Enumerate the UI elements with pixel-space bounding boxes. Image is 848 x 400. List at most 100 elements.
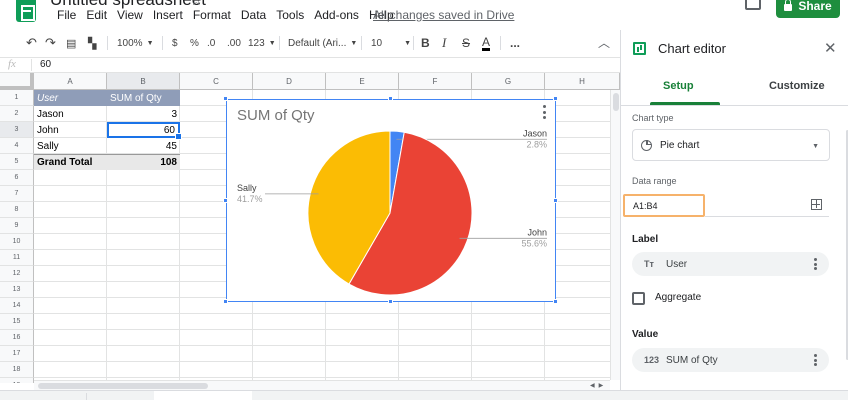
font-size-select[interactable]: 10 ▼	[371, 30, 411, 56]
percent-button[interactable]: %	[190, 30, 199, 56]
column-header-b[interactable]: B	[107, 73, 180, 90]
row-header-14[interactable]: 14	[0, 298, 34, 314]
row-header-8[interactable]: 8	[0, 202, 34, 218]
row-header-15[interactable]: 15	[0, 314, 34, 330]
text-color-button[interactable]: A	[482, 30, 491, 56]
bold-button[interactable]: B	[421, 30, 430, 56]
row-header-7[interactable]: 7	[0, 186, 34, 202]
column-header-g[interactable]: G	[472, 73, 545, 90]
row-header-4[interactable]: 4	[0, 138, 34, 154]
row-header-13[interactable]: 13	[0, 282, 34, 298]
tab-setup[interactable]: Setup	[663, 80, 694, 92]
tab-customize[interactable]: Customize	[769, 80, 825, 92]
share-button[interactable]: Share	[776, 0, 840, 18]
strikethrough-button[interactable]: S	[462, 30, 470, 56]
scroll-right-icon[interactable]: ▶	[599, 382, 604, 389]
paint-format-icon[interactable]: ▚	[88, 30, 96, 56]
row-header-11[interactable]: 11	[0, 250, 34, 266]
cell-b3-active[interactable]: 60	[107, 122, 182, 140]
row-header-17[interactable]: 17	[0, 346, 34, 362]
row-header-16[interactable]: 16	[0, 330, 34, 346]
cell-b5-grand-total[interactable]: 108	[107, 154, 180, 170]
resize-handle[interactable]	[553, 299, 558, 304]
cell-b4[interactable]: 45	[107, 138, 180, 154]
menu-edit[interactable]: Edit	[81, 8, 112, 22]
zoom-select[interactable]: 100% ▼	[117, 30, 154, 56]
column-header-f[interactable]: F	[399, 73, 472, 90]
select-range-grid-icon[interactable]	[811, 199, 822, 210]
cell-a1[interactable]: User	[34, 90, 107, 106]
sheet-bar-divider	[86, 393, 87, 400]
cell-a2[interactable]: Jason	[34, 106, 107, 122]
resize-handle[interactable]	[388, 96, 393, 101]
close-icon[interactable]: ✕	[824, 39, 837, 57]
resize-handle[interactable]	[553, 96, 558, 101]
chart-type-select[interactable]: Pie chart ▼	[632, 129, 830, 161]
row-header-1[interactable]: 1	[0, 90, 34, 106]
menu-view[interactable]: View	[112, 8, 148, 22]
row-header-10[interactable]: 10	[0, 234, 34, 250]
font-select[interactable]: Default (Ari... ▼	[288, 30, 357, 56]
resize-handle[interactable]	[223, 299, 228, 304]
menu-addons[interactable]: Add-ons	[309, 8, 364, 22]
value-chip-sum-of-qty[interactable]: 123 SUM of Qty	[632, 348, 829, 372]
column-header-e[interactable]: E	[326, 73, 399, 90]
aggregate-checkbox[interactable]	[632, 292, 645, 305]
cell-a5-grand-total[interactable]: Grand Total	[34, 154, 107, 170]
row-header-9[interactable]: 9	[0, 218, 34, 234]
row-header-6[interactable]: 6	[0, 170, 34, 186]
menu-tools[interactable]: Tools	[271, 8, 309, 22]
redo-icon[interactable]: ↷	[45, 30, 56, 56]
more-vert-icon[interactable]	[814, 258, 817, 270]
print-icon[interactable]: ▤	[66, 30, 76, 56]
row-header-12[interactable]: 12	[0, 266, 34, 282]
menu-data[interactable]: Data	[236, 8, 271, 22]
column-header-a[interactable]: A	[34, 73, 107, 90]
row-header-19[interactable]: 19	[0, 378, 34, 383]
vertical-scrollbar[interactable]	[610, 90, 620, 380]
row-header-2[interactable]: 2	[0, 106, 34, 122]
row-header-18[interactable]: 18	[0, 362, 34, 378]
more-formats-button[interactable]: 123 ▼	[248, 30, 276, 56]
menu-insert[interactable]: Insert	[148, 8, 188, 22]
italic-button[interactable]: I	[442, 30, 446, 56]
more-vert-icon[interactable]	[814, 354, 817, 366]
resize-handle[interactable]	[223, 198, 228, 203]
scroll-left-icon[interactable]: ◀	[590, 382, 595, 389]
cell-a4[interactable]: Sally	[34, 138, 107, 154]
slice-percent-jason: 2.8%	[526, 139, 547, 149]
horizontal-scroll-thumb[interactable]	[38, 383, 208, 389]
sheet-tab-active[interactable]	[154, 391, 252, 400]
cell-b2[interactable]: 3	[107, 106, 180, 122]
sheets-logo-icon[interactable]	[16, 0, 36, 22]
label-chip-user[interactable]: Tт User	[632, 252, 829, 276]
increase-decimal-button[interactable]: .00	[227, 30, 241, 56]
more-options-button[interactable]: ...	[510, 30, 520, 56]
scroll-arrows[interactable]: ◀ ▶	[590, 380, 610, 390]
column-header-d[interactable]: D	[253, 73, 326, 90]
horizontal-scrollbar[interactable]	[34, 380, 610, 390]
row-header-5[interactable]: 5	[0, 154, 34, 170]
column-header-c[interactable]: C	[180, 73, 253, 90]
select-all-corner[interactable]	[0, 73, 34, 90]
undo-icon[interactable]: ↶	[26, 30, 37, 56]
chart-type-label: Chart type	[632, 113, 674, 123]
collapse-menu-icon[interactable]: ︿	[598, 34, 610, 51]
formula-input[interactable]: 60	[40, 59, 51, 70]
menu-format[interactable]: Format	[188, 8, 236, 22]
data-range-input[interactable]: A1:B4	[623, 194, 705, 217]
comment-icon[interactable]	[745, 0, 761, 10]
pie-chart[interactable]: SUM of Qty Jason 2.8% John 55.6% Sally 41.7%	[226, 99, 556, 302]
resize-handle[interactable]	[223, 96, 228, 101]
saved-status[interactable]: All changes saved in Drive	[373, 8, 514, 22]
row-header-3[interactable]: 3	[0, 122, 34, 138]
resize-handle[interactable]	[553, 198, 558, 203]
currency-button[interactable]: $	[172, 30, 178, 56]
cell-a3[interactable]: John	[34, 122, 107, 138]
column-header-h[interactable]: H	[545, 73, 620, 90]
resize-handle[interactable]	[388, 299, 393, 304]
cell-b1[interactable]: SUM of Qty	[107, 90, 180, 106]
decrease-decimal-button[interactable]: .0	[207, 30, 215, 56]
vertical-scroll-thumb[interactable]	[613, 93, 619, 111]
menu-file[interactable]: File	[52, 8, 81, 22]
